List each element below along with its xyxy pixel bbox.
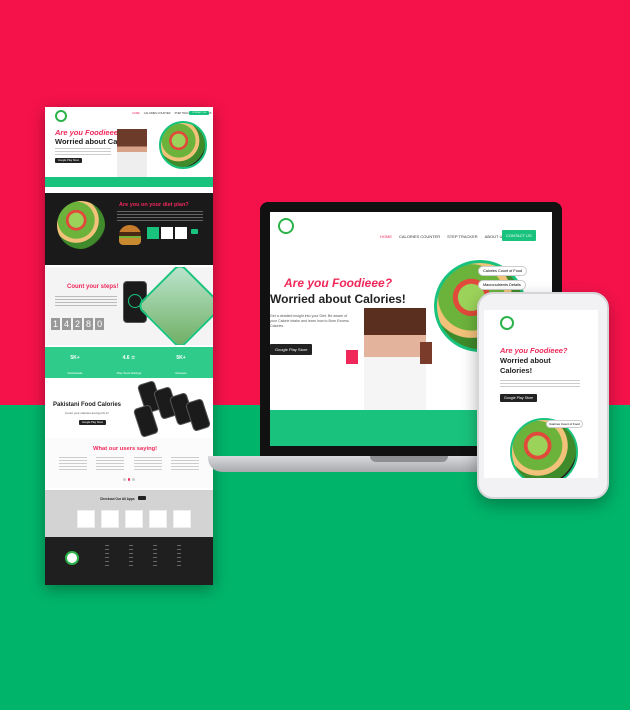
laptop-hero-desc: Get a detailed insight into your Diet. B…: [270, 314, 349, 328]
lp-more-apps-section: Checkout Our All Apps: [45, 490, 213, 537]
laptop-hero-title-1: Are you Foodieee?: [284, 276, 393, 290]
testimonial: [170, 457, 199, 471]
lp-green-wave: [45, 177, 213, 187]
laptop-pink-card: [346, 350, 358, 364]
lp-stat-reviews: 5K+ Reviews: [175, 355, 187, 375]
lp-diet-card-1: [147, 227, 159, 239]
logo: [55, 110, 67, 122]
lp-digit: 1: [51, 318, 61, 330]
lp-app-icons: [77, 510, 191, 528]
lp-diet-title: Are you on your diet plan?: [119, 202, 189, 208]
lp-app-title: Pakistani Food Calories: [53, 402, 122, 408]
phone-hero-title-1: Are you Foodieee?: [500, 346, 568, 355]
lp-steps-section: Count your steps! 1 4 2 8 0: [45, 267, 213, 345]
lp-stat-ratings: 4.6 ☆ Play Store Ratings: [116, 355, 142, 375]
phone-hero-title-2: Worried about: [500, 356, 551, 365]
laptop-play-button[interactable]: Google Play Store: [270, 344, 313, 355]
app-icon[interactable]: [173, 510, 191, 528]
lp-stat-downloads: 5K+ Downloads: [67, 355, 83, 375]
lp-step-counter: 1 4 2 8 0: [51, 318, 105, 330]
lp-diet-text: [117, 211, 203, 221]
laptop-nav-calories[interactable]: CALORIES COUNTER: [399, 234, 440, 239]
lp-footer: [45, 537, 213, 585]
lp-testimonials: [59, 457, 199, 471]
testimonial: [96, 457, 125, 471]
lp-digit: 0: [95, 318, 105, 330]
laptop-logo: [278, 218, 294, 234]
lp-burger-image: [119, 225, 141, 245]
testimonial: [59, 457, 87, 471]
laptop-nav-step[interactable]: STEP TRACKER: [447, 234, 478, 239]
laptop-hero-title-2: Worried about Calories!: [270, 292, 406, 306]
lp-steps-text: [55, 296, 117, 306]
lp-app-phone-5: [184, 397, 212, 433]
lp-digit: 4: [62, 318, 72, 330]
laptop-chocolate: [420, 342, 432, 364]
lp-users-title: What our users saying!: [93, 446, 158, 452]
phone-logo: [500, 316, 514, 330]
laptop-hinge: [370, 456, 448, 462]
phone-chip-calories: Calories Count of Food: [546, 420, 583, 428]
lp-contact-button[interactable]: CONTACT US: [189, 111, 210, 115]
lp-hero-title-1: Are you Foodieee?: [55, 128, 123, 137]
app-icon[interactable]: [101, 510, 119, 528]
lp-app-section: Pakistani Food Calories Count your calor…: [45, 378, 213, 438]
lp-app-sub: Count your calories and get fit in!: [65, 411, 109, 415]
app-icon[interactable]: [149, 510, 167, 528]
lp-stats-section: 5K+ Downloads 4.6 ☆ Play Store Ratings 5K+…: [45, 347, 213, 378]
phone-screen: Are you Foodieee? Worried about Calories…: [484, 310, 598, 478]
lp-diet-card-2: [161, 227, 173, 239]
lp-digit: 2: [73, 318, 83, 330]
lp-nav-calories[interactable]: CALORIES COUNTER: [144, 112, 171, 115]
long-page-mockup: HOME CALORIES COUNTER STEP TRACKER ABOUT…: [45, 107, 213, 585]
lp-users-section: What our users saying!: [45, 438, 213, 488]
lp-diet-card-3: [175, 227, 187, 239]
laptop-chip-calories: Calories Count of Food: [478, 266, 528, 276]
laptop-nav-home[interactable]: HOME: [380, 234, 392, 239]
lp-diet-section: Are you on your diet plan?: [45, 193, 213, 265]
lp-steps-title: Count your steps!: [67, 284, 119, 290]
app-icon[interactable]: [125, 510, 143, 528]
footer-logo: [65, 551, 79, 565]
lp-diet-button[interactable]: [191, 229, 199, 234]
laptop-chip-macro: Macronutrients Details: [478, 280, 526, 290]
lp-salad-image: [159, 121, 207, 169]
laptop-contact-button[interactable]: CONTACT US: [502, 230, 536, 241]
lp-hero-desc: [55, 148, 111, 156]
app-icon[interactable]: [77, 510, 95, 528]
testimonial: [133, 457, 162, 471]
lp-app-play-button[interactable]: Google Play Store: [79, 420, 107, 425]
lp-more-title: Checkout Our All Apps: [100, 497, 135, 501]
lp-play-button[interactable]: Google Play Store: [55, 158, 83, 163]
phone-hero-desc: [500, 380, 580, 388]
lp-nav-home[interactable]: HOME: [132, 112, 140, 115]
lp-runners-image: [136, 267, 213, 345]
lp-hero-section: HOME CALORIES COUNTER STEP TRACKER ABOUT…: [45, 107, 213, 187]
footer-links[interactable]: [105, 545, 201, 569]
phone-play-button[interactable]: Google Play Store: [500, 394, 538, 402]
lp-more-play-button[interactable]: [138, 496, 147, 500]
lp-diet-salad: [57, 201, 105, 249]
phone-hero-title-3: Calories!: [500, 366, 533, 375]
lp-digit: 8: [84, 318, 94, 330]
carousel-dots[interactable]: [123, 478, 136, 481]
